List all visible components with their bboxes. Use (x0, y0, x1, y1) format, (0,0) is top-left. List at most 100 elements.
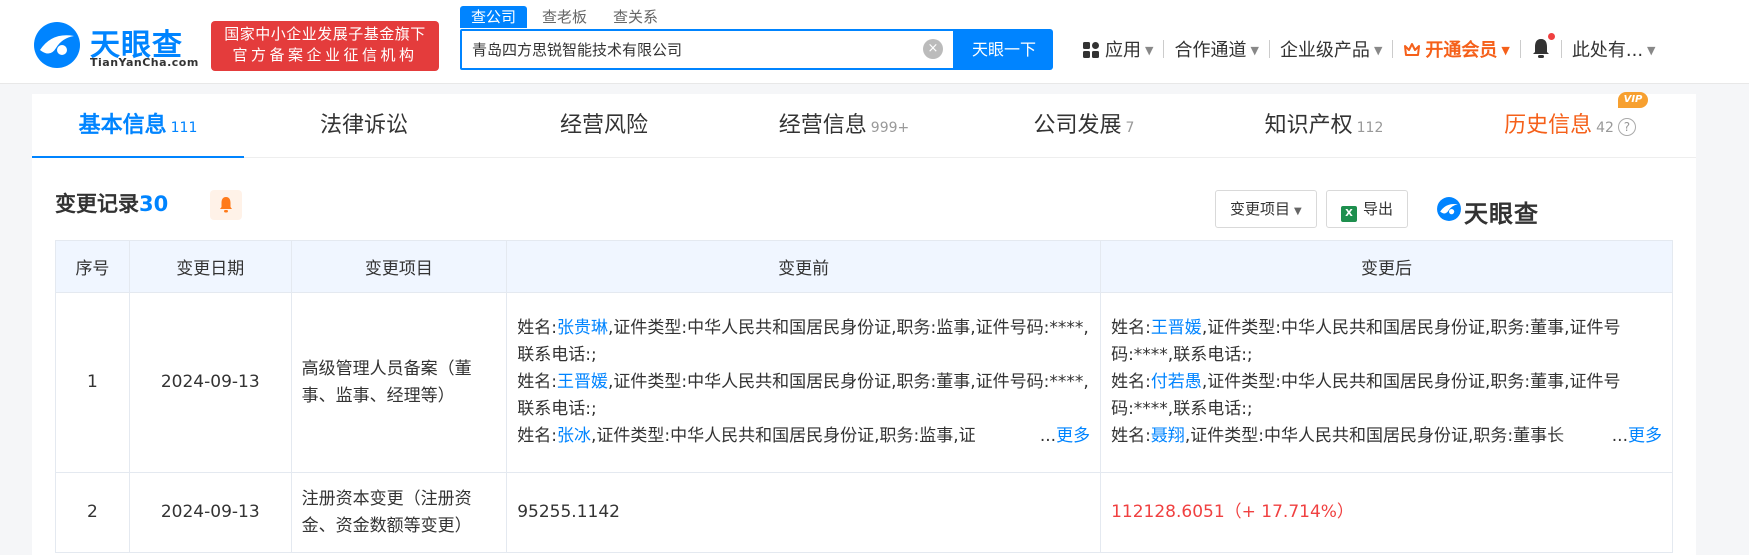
change-records-table: 序号 变更日期 变更项目 变更前 变更后 1 2024-09-13 高级管理人员… (55, 240, 1673, 553)
person-entry: 姓名:王晋媛,证件类型:中华人民共和国居民身份证,职务:董事,证件号码:****… (517, 369, 1090, 423)
tab-label: 公司发展 (1033, 113, 1122, 138)
subscribe-button[interactable] (210, 190, 242, 220)
tab-count: 111 (170, 120, 198, 136)
top-nav: 应用 ▼ 合作通道 ▼ 企业级产品 ▼ 开通会员 ▼ 此处有... ▼ (1075, 33, 1664, 62)
chevron-down-icon: ▼ (1250, 44, 1259, 57)
nav-divider (1392, 40, 1394, 58)
tab-operation[interactable]: 经营信息 999+ (724, 94, 964, 158)
help-icon[interactable]: ? (1617, 118, 1636, 136)
person-entry: 姓名:付若愚,证件类型:中华人民共和国居民身份证,职务:董事,证件号码:****… (1111, 369, 1662, 423)
person-link[interactable]: 张冰 (557, 426, 591, 446)
tab-ip[interactable]: 知识产权 112 (1204, 94, 1444, 158)
chevron-down-icon: ▼ (1501, 44, 1510, 57)
entry-detail: ,证件类型:中华人民共和国居民身份证,职务:董事长 (1184, 426, 1565, 446)
company-tabs: 基本信息 111 法律诉讼 经营风险 经营信息 999+ 公司发展 7 知识产权 112… (32, 92, 1696, 158)
badge-line-1: 国家中小企业发展子基金旗下 (224, 25, 426, 43)
nav-partner[interactable]: 合作通道 ▼ (1166, 36, 1266, 62)
person-link[interactable]: 王晋媛 (1151, 318, 1202, 338)
more-link[interactable]: 更多 (1056, 426, 1090, 446)
nav-enterprise[interactable]: 企业级产品 ▼ (1272, 36, 1390, 62)
row-number: 2 (55, 472, 130, 553)
row-number: 1 (55, 292, 130, 473)
column-header: 序号 (55, 240, 130, 293)
tab-history[interactable]: 历史信息 42? VIP (1444, 92, 1696, 158)
logo-eye-icon (34, 22, 80, 68)
notification-button[interactable] (1523, 33, 1559, 61)
tab-label: 历史信息 (1504, 113, 1593, 138)
section-title: 变更记录30 (55, 188, 168, 218)
after-value: 112128.6051（+ 17.714%） (1100, 472, 1673, 553)
chevron-down-icon: ▼ (1294, 206, 1302, 217)
chevron-down-icon: ▼ (1145, 44, 1154, 57)
notification-dot (1547, 33, 1555, 40)
excel-icon: X (1341, 206, 1357, 222)
column-header: 变更前 (506, 240, 1102, 293)
site-logo[interactable]: 天眼查 TianYanCha.com (32, 18, 202, 72)
entry-prefix: 姓名: (517, 426, 557, 446)
entry-prefix: 姓名: (517, 318, 557, 338)
logo-eye-icon (1437, 197, 1461, 221)
change-item: 注册资本变更（注册资金、资金数额等变更） (290, 472, 508, 553)
record-count: 30 (139, 192, 169, 216)
search-tab-boss[interactable]: 查老板 (531, 6, 598, 28)
tab-label: 经营风险 (559, 113, 648, 138)
ellipsis: ... (1039, 426, 1057, 446)
export-label: 导出 (1363, 200, 1394, 218)
nav-apps-label: 应用 (1105, 40, 1141, 61)
nav-partner-label: 合作通道 (1174, 40, 1247, 61)
tab-risk[interactable]: 经营风险 (484, 94, 724, 158)
after-change-cell: 姓名:王晋媛,证件类型:中华人民共和国居民身份证,职务:董事,证件号码:****… (1100, 292, 1673, 473)
nav-vip-label: 开通会员 (1425, 40, 1498, 61)
crown-icon (1404, 43, 1421, 56)
tab-label: 经营信息 (778, 113, 867, 138)
person-entry: 姓名:王晋媛,证件类型:中华人民共和国居民身份证,职务:董事,证件号码:****… (1111, 315, 1662, 369)
person-link[interactable]: 王晋媛 (557, 372, 608, 392)
nav-vip[interactable]: 开通会员 ▼ (1395, 36, 1517, 62)
search-box: × (460, 29, 955, 70)
tab-count: 999+ (870, 120, 910, 136)
entry-prefix: 姓名: (1111, 318, 1151, 338)
tab-development[interactable]: 公司发展 7 (964, 94, 1204, 158)
person-entry: 姓名:聂翔,证件类型:中华人民共和国居民身份证,职务:董事长 ...更多 (1111, 423, 1662, 450)
person-link[interactable]: 付若愚 (1151, 372, 1202, 392)
nav-divider (1560, 40, 1562, 58)
person-link[interactable]: 聂翔 (1151, 426, 1185, 446)
change-item: 高级管理人员备案（董事、监事、经理等） (290, 292, 508, 473)
clear-icon[interactable]: × (923, 39, 943, 59)
badge-line-2: 官方备案企业征信机构 (232, 46, 418, 64)
export-button[interactable]: X 导出 (1326, 190, 1409, 228)
person-link[interactable]: 张贵琳 (557, 318, 608, 338)
column-header: 变更后 (1100, 240, 1673, 293)
nav-divider (1268, 40, 1270, 58)
before-change-cell: 姓名:张贵琳,证件类型:中华人民共和国居民身份证,职务:监事,证件号码:****… (506, 292, 1102, 473)
tab-label: 基本信息 (78, 113, 167, 138)
bell-icon (1531, 33, 1555, 59)
nav-divider (1163, 40, 1165, 58)
more-link[interactable]: 更多 (1628, 426, 1662, 446)
person-entry: 姓名:张冰,证件类型:中华人民共和国居民身份证,职务:监事,证 ...更多 (517, 423, 1090, 450)
search-button[interactable]: 天眼一下 (955, 29, 1053, 70)
nav-apps[interactable]: 应用 ▼ (1075, 36, 1161, 62)
search-input[interactable] (472, 31, 912, 68)
search-tab-relation[interactable]: 查关系 (602, 6, 669, 28)
filter-change-item-button[interactable]: 变更项目 ▼ (1215, 190, 1317, 228)
tab-count: 7 (1125, 120, 1135, 136)
bell-icon (220, 197, 232, 213)
top-header: 天眼查 TianYanCha.com 国家中小企业发展子基金旗下 官方备案企业征… (0, 0, 1749, 84)
change-records-panel: 变更记录30 变更项目 ▼ X 导出 天眼查 序号 变更日期 变更项目 变更前 变更… (32, 158, 1696, 555)
nav-user-menu[interactable]: 此处有... ▼ (1564, 36, 1664, 62)
ellipsis: ... (1611, 426, 1628, 446)
column-header: 变更日期 (128, 240, 292, 293)
entry-detail: ,证件类型:中华人民共和国居民身份证,职务:监事,证 (590, 426, 976, 446)
change-date: 2024-09-13 (128, 472, 292, 553)
tab-basic-info[interactable]: 基本信息 111 (32, 94, 244, 158)
tab-count: 42 (1596, 120, 1614, 136)
search-tab-company[interactable]: 查公司 (460, 6, 528, 28)
nav-enterprise-label: 企业级产品 (1279, 40, 1370, 61)
tab-legal[interactable]: 法律诉讼 (244, 94, 484, 158)
entry-prefix: 姓名: (517, 372, 557, 392)
filter-label: 变更项目 (1230, 200, 1291, 218)
tab-label: 法律诉讼 (319, 113, 408, 138)
entry-prefix: 姓名: (1111, 372, 1151, 392)
person-entry: 姓名:张贵琳,证件类型:中华人民共和国居民身份证,职务:监事,证件号码:****… (517, 315, 1090, 369)
